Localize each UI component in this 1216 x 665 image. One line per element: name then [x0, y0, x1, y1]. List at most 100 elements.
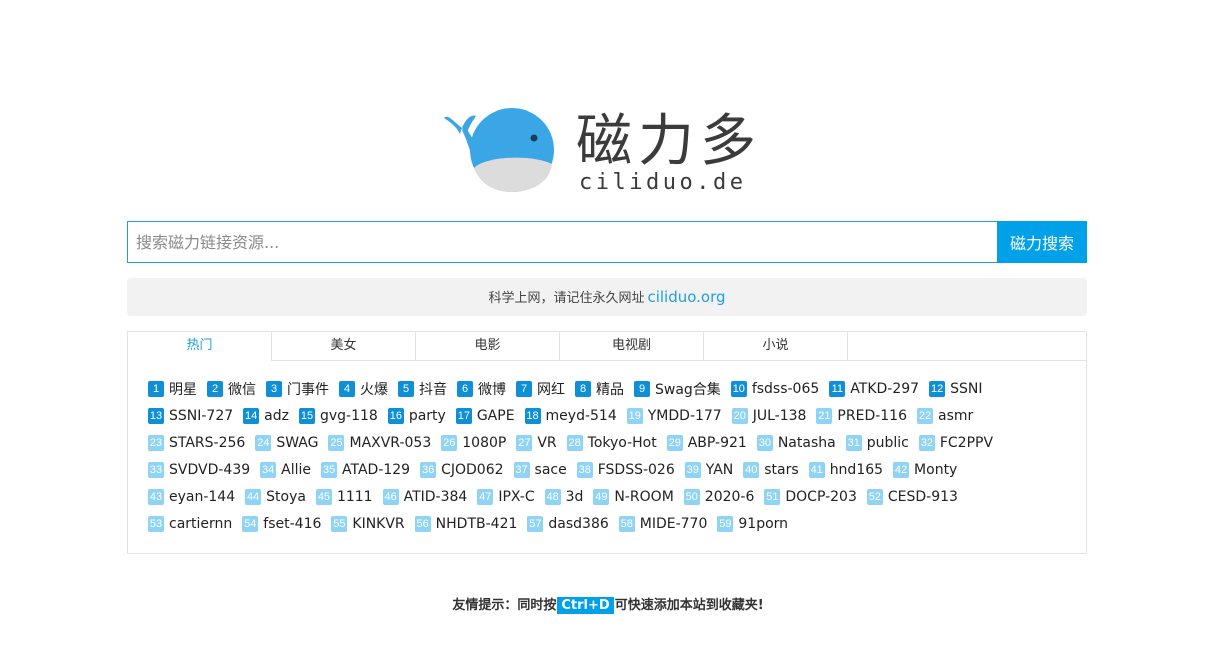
keyword-tag[interactable]: 13 SSNI-727	[148, 402, 233, 429]
keyword-tag[interactable]: 54 fset-416	[242, 510, 321, 537]
keyword-tag[interactable]: 55 KINKVR	[331, 510, 405, 537]
keyword-tag[interactable]: 23 STARS-256	[148, 429, 245, 456]
keyword-tag[interactable]: 42 Monty	[893, 456, 957, 483]
rank-badge: 23	[148, 434, 164, 451]
search-button[interactable]: 磁力搜索	[997, 221, 1087, 263]
keyword-tag[interactable]: 46 ATID-384	[382, 483, 468, 510]
keyword-tag[interactable]: 18 meyd-514	[524, 402, 617, 429]
keyword-tag[interactable]: 49 N-ROOM	[593, 483, 674, 510]
search-input[interactable]	[127, 221, 997, 263]
bookmark-tip: 友情提示：同时按 Ctrl+D 可快速添加本站到收藏夹!	[0, 594, 1216, 614]
keyword-tag[interactable]: 52 CESD-913	[866, 483, 958, 510]
keyword-tag[interactable]: 12 SSNI	[929, 375, 982, 402]
keyword-tag[interactable]: 26 1080P	[441, 429, 506, 456]
rank-badge: 35	[321, 461, 337, 478]
keyword-label: N-ROOM	[614, 488, 674, 505]
rank-badge: 39	[684, 461, 701, 478]
rank-badge: 51	[764, 488, 781, 505]
keyword-label: public	[866, 434, 909, 451]
keyword-label: 微信	[228, 381, 256, 398]
rank-badge: 7	[516, 380, 532, 397]
keyword-label: Monty	[914, 461, 958, 478]
keyword-tag[interactable]: 34 Allie	[260, 456, 311, 483]
tab-tv-series[interactable]: 电视剧	[560, 332, 704, 360]
keyword-tag[interactable]: 22 asmr	[917, 402, 973, 429]
keyword-tag[interactable]: 48 3d	[544, 483, 583, 510]
keyword-tag[interactable]: 15 gvg-118	[298, 402, 378, 429]
tab-movies[interactable]: 电影	[416, 332, 560, 360]
keyword-tag[interactable]: 35 ATAD-129	[321, 456, 410, 483]
keyword-tag[interactable]: 37 sace	[513, 456, 567, 483]
keyword-tag[interactable]: 45 1111	[315, 483, 373, 510]
keyword-tag[interactable]: 51 DOCP-203	[764, 483, 857, 510]
keyword-tag[interactable]: 9 Swag合集	[634, 375, 721, 402]
keyword-label: JUL-138	[752, 407, 807, 424]
keyword-tag[interactable]: 25 MAXVR-053	[328, 429, 431, 456]
rank-badge: 53	[148, 515, 164, 532]
keyword-label: adz	[264, 407, 289, 424]
rank-badge: 16	[387, 407, 404, 424]
keyword-label: SVDVD-439	[169, 461, 251, 478]
keyword-tag[interactable]: 7 网红	[516, 375, 565, 402]
logo-title: 磁力多	[576, 109, 762, 174]
site-logo[interactable]: 磁力多 ciliduo.de	[442, 102, 782, 198]
rank-badge: 15	[298, 407, 315, 424]
keyword-tag[interactable]: 50 2020-6	[683, 483, 754, 510]
rank-badge: 45	[315, 488, 332, 505]
rank-badge: 34	[260, 461, 277, 478]
tab-beauty[interactable]: 美女	[272, 332, 416, 360]
rank-badge: 24	[255, 434, 272, 451]
keyword-label: ATID-384	[403, 488, 468, 505]
rank-badge: 13	[148, 407, 164, 424]
keyword-tag[interactable]: 3 门事件	[266, 375, 329, 402]
keyword-tag[interactable]: 2 微信	[207, 375, 256, 402]
keyword-tag[interactable]: 31 public	[845, 429, 909, 456]
keyword-tag[interactable]: 1 明星	[148, 375, 197, 402]
keyword-tag[interactable]: 57 dasd386	[527, 510, 609, 537]
keyword-tag[interactable]: 16 party	[387, 402, 446, 429]
keyword-tag[interactable]: 11 ATKD-297	[829, 375, 919, 402]
keyword-tag[interactable]: 53 cartiernn	[148, 510, 232, 537]
keyword-tag[interactable]: 44 Stoya	[245, 483, 306, 510]
keyword-tag[interactable]: 56 NHDTB-421	[414, 510, 517, 537]
keyword-tag[interactable]: 20 JUL-138	[731, 402, 807, 429]
keyword-tag[interactable]: 14 adz	[243, 402, 289, 429]
keyword-tag[interactable]: 36 CJOD062	[420, 456, 504, 483]
keyword-tag[interactable]: 24 SWAG	[255, 429, 318, 456]
keyword-tag[interactable]: 28 Tokyo-Hot	[566, 429, 657, 456]
keyword-label: Natasha	[777, 434, 836, 451]
keyword-tag[interactable]: 10 fsdss-065	[730, 375, 819, 402]
rank-badge: 9	[634, 380, 650, 397]
keyword-tag[interactable]: 33 SVDVD-439	[148, 456, 250, 483]
tab-novels[interactable]: 小说	[704, 332, 848, 360]
keyword-tag[interactable]: 39 YAN	[684, 456, 733, 483]
keyword-tag[interactable]: 58 MIDE-770	[618, 510, 707, 537]
keyword-tag[interactable]: 8 精品	[575, 375, 624, 402]
keyword-tag[interactable]: 29 ABP-921	[666, 429, 747, 456]
keyword-label: VR	[537, 434, 557, 451]
keyword-tag[interactable]: 43 eyan-144	[148, 483, 235, 510]
keyword-tag[interactable]: 38 FSDSS-026	[576, 456, 675, 483]
keyword-tag[interactable]: 30 Natasha	[756, 429, 836, 456]
keyword-tag[interactable]: 5 抖音	[398, 375, 447, 402]
rank-badge: 19	[626, 407, 643, 424]
keyword-tag[interactable]: 41 hnd165	[808, 456, 883, 483]
keyword-label: dasd386	[548, 515, 609, 532]
permanent-url-link[interactable]: ciliduo.org	[647, 288, 725, 306]
keyword-label: DOCP-203	[785, 488, 857, 505]
keyword-tag[interactable]: 27 VR	[516, 429, 557, 456]
keyword-tag[interactable]: 4 火爆	[339, 375, 388, 402]
rank-badge: 27	[516, 434, 533, 451]
keyword-label: stars	[764, 461, 799, 478]
keyword-label: Tokyo-Hot	[587, 434, 657, 451]
tab-hot[interactable]: 热门	[128, 332, 272, 361]
keyword-tag[interactable]: 6 微博	[457, 375, 506, 402]
keyword-tag[interactable]: 32 FC2PPV	[918, 429, 993, 456]
keyword-tag[interactable]: 40 stars	[743, 456, 799, 483]
keyword-tag[interactable]: 17 GAPE	[455, 402, 515, 429]
keyword-tag[interactable]: 21 PRED-116	[816, 402, 907, 429]
keyword-tag[interactable]: 19 YMDD-177	[626, 402, 722, 429]
keyword-tag[interactable]: 59 91porn	[717, 510, 788, 537]
keyword-tag[interactable]: 47 IPX-C	[477, 483, 535, 510]
rank-badge: 44	[245, 488, 262, 505]
